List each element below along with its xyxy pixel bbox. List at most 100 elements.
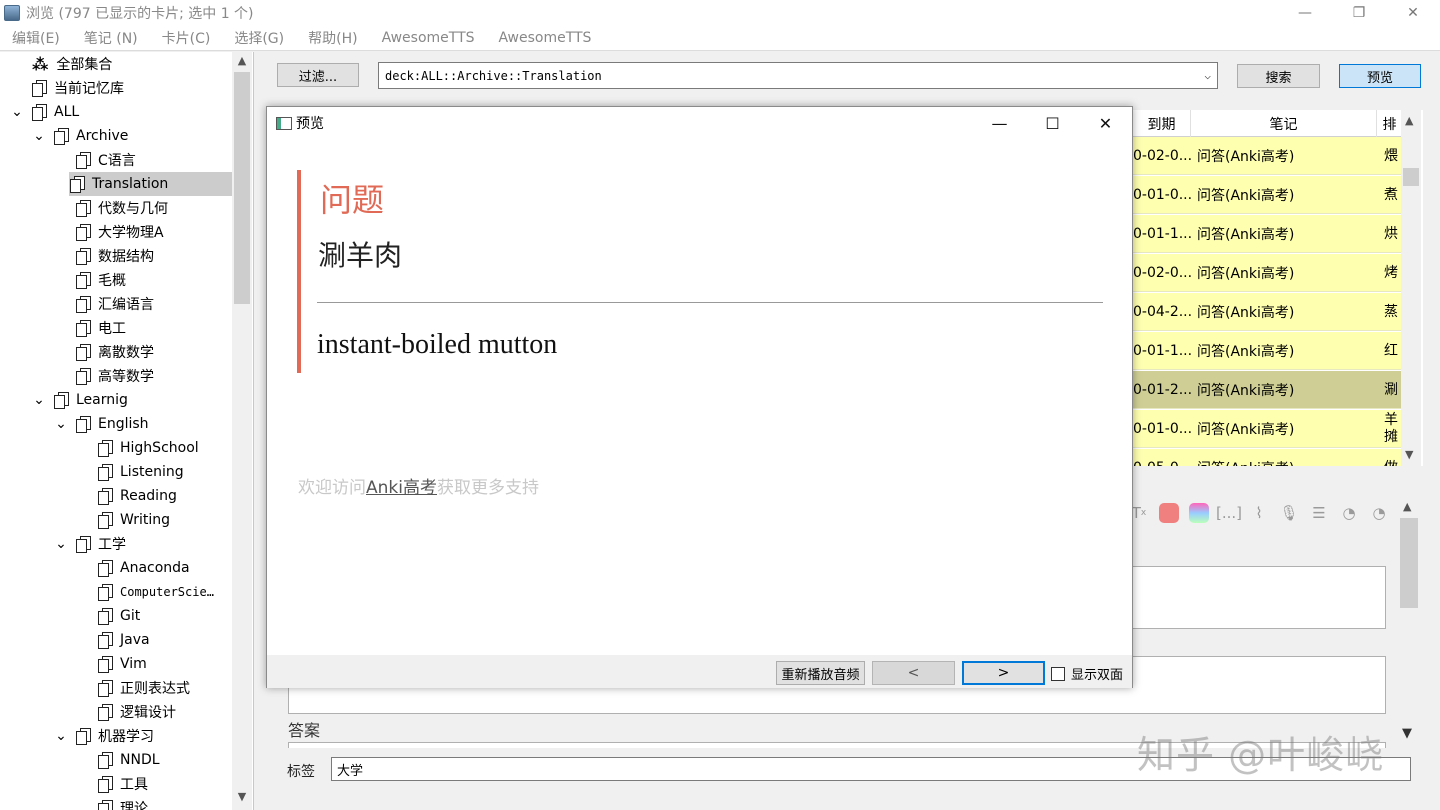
sidebar-item-label: Git	[120, 608, 141, 624]
sidebar-item[interactable]: 理论	[76, 796, 148, 810]
cloze-icon[interactable]: [...]	[1216, 502, 1242, 524]
chevron-down-icon[interactable]: ⌄	[32, 392, 46, 408]
table-row[interactable]: 0-01-0... 问答(Anki高考) 羊 摊	[1133, 410, 1403, 448]
sidebar-item[interactable]: 大学物理A	[54, 220, 164, 244]
column-note[interactable]: 笔记	[1191, 110, 1377, 137]
chevron-down-icon[interactable]: ⌄	[54, 536, 68, 552]
checkbox-icon[interactable]	[1051, 666, 1065, 681]
sidebar-item[interactable]: ⌄ Archive	[32, 124, 128, 148]
preview-button[interactable]: 预览	[1339, 64, 1421, 88]
sidebar-item[interactable]: Writing	[76, 508, 170, 532]
scroll-up-icon[interactable]: ▲	[1403, 500, 1411, 513]
menu-help[interactable]: 帮助(H)	[296, 28, 369, 48]
speaker-icon[interactable]: ◔	[1338, 502, 1360, 524]
attachment-icon[interactable]: ⌇	[1248, 502, 1270, 524]
editor-scrollbar[interactable]: ▲	[1398, 500, 1420, 740]
sidebar-item[interactable]: ⌄ English	[54, 412, 149, 436]
menu-edit[interactable]: 编辑(E)	[0, 28, 72, 48]
microphone-icon[interactable]: 🎙	[1278, 502, 1300, 524]
sidebar-item[interactable]: Git	[76, 604, 140, 628]
scroll-down-icon[interactable]: ▼	[1402, 726, 1412, 741]
question-field[interactable]	[1120, 566, 1386, 629]
chevron-down-icon[interactable]: ⌄	[54, 728, 68, 744]
table-row[interactable]: 0-02-0... 问答(Anki高考) 烤	[1133, 254, 1403, 292]
sidebar-item[interactable]: ⁂ 全部集合	[10, 52, 112, 76]
sidebar-item[interactable]: 数据结构	[54, 244, 154, 268]
sidebar-item[interactable]: HighSchool	[76, 436, 199, 460]
highlight-color-icon[interactable]	[1188, 502, 1210, 524]
search-button[interactable]: 搜索	[1237, 64, 1320, 88]
due-cell: 0-01-0...	[1133, 421, 1191, 437]
table-scroll-thumb[interactable]	[1403, 168, 1419, 186]
sidebar-item[interactable]: ⌄ 工学	[54, 532, 126, 556]
sidebar-item[interactable]: C语言	[54, 148, 136, 172]
sidebar-item[interactable]: NNDL	[76, 748, 160, 772]
sidebar-item[interactable]: 工具	[76, 772, 148, 796]
sidebar-item[interactable]: Listening	[76, 460, 184, 484]
sidebar-item[interactable]: 代数与几何	[54, 196, 168, 220]
scroll-down-icon[interactable]: ▼	[1405, 448, 1413, 461]
menu-awesometts[interactable]: AwesomeTTS	[370, 30, 487, 46]
scroll-up-icon[interactable]: ▲	[232, 54, 252, 72]
replay-audio-button[interactable]: 重新播放音频	[776, 661, 865, 685]
sidebar-item-label: Anaconda	[120, 560, 190, 576]
sidebar-item[interactable]: Translation	[69, 172, 232, 196]
restore-icon[interactable]: ❐	[1332, 0, 1386, 26]
column-due[interactable]: 到期	[1133, 110, 1191, 137]
sidebar-item[interactable]: 汇编语言	[54, 292, 154, 316]
menu-notes[interactable]: 笔记 (N)	[72, 28, 150, 48]
sidebar-item[interactable]: 电工	[54, 316, 126, 340]
menu-awesometts-2[interactable]: AwesomeTTS	[487, 30, 604, 46]
table-row[interactable]: 0-01-2... 问答(Anki高考) 涮	[1133, 371, 1403, 409]
close-icon[interactable]: ✕	[1386, 0, 1440, 26]
anki-gaokao-link[interactable]: Anki高考	[366, 478, 437, 498]
column-sort-field[interactable]: 排	[1377, 110, 1403, 137]
sidebar-item[interactable]: 离散数学	[54, 340, 154, 364]
table-scrollbar[interactable]: ▲ ▼	[1401, 110, 1421, 466]
table-row[interactable]: 0-01-1... 问答(Anki高考) 红	[1133, 332, 1403, 370]
prev-card-button[interactable]: <	[872, 661, 955, 685]
filter-button[interactable]: 过滤...	[277, 63, 359, 87]
sidebar-item[interactable]: Reading	[76, 484, 177, 508]
close-icon[interactable]: ✕	[1079, 107, 1132, 139]
sidebar-item[interactable]: Java	[76, 628, 150, 652]
menu-lines-icon[interactable]: ☰	[1308, 502, 1330, 524]
table-row[interactable]: 0-04-2... 问答(Anki高考) 蒸	[1133, 293, 1403, 331]
sidebar-item[interactable]: ComputerScie…	[76, 580, 214, 604]
chevron-down-icon[interactable]: ⌄	[32, 128, 46, 144]
chevron-down-icon[interactable]: ⌄	[10, 104, 24, 120]
scroll-down-icon[interactable]: ▼	[232, 790, 252, 808]
table-row[interactable]: 0-05-0... 问答(Anki高考) 做	[1133, 449, 1403, 466]
sidebar-item[interactable]: 逻辑设计	[76, 700, 176, 724]
sidebar-item[interactable]: Vim	[76, 652, 147, 676]
sidebar-item[interactable]: 当前记忆库	[10, 76, 124, 100]
sidebar-item[interactable]: ⌄ ALL	[10, 100, 79, 124]
table-row[interactable]: 0-01-0... 问答(Anki高考) 煮	[1133, 176, 1403, 214]
minimize-icon[interactable]: —	[973, 107, 1026, 139]
chevron-down-icon[interactable]: ⌄	[54, 416, 68, 432]
editor-scroll-thumb[interactable]	[1400, 518, 1418, 608]
sidebar-item[interactable]: 高等数学	[54, 364, 154, 388]
scroll-up-icon[interactable]: ▲	[1405, 114, 1413, 127]
deck-icon	[98, 488, 113, 505]
sidebar-scroll-thumb[interactable]	[234, 72, 250, 304]
sidebar-item[interactable]: ⌄ Learnig	[32, 388, 128, 412]
maximize-icon[interactable]: ☐	[1026, 107, 1079, 139]
search-input[interactable]: deck:ALL::Archive::Translation ⌵	[378, 62, 1218, 89]
show-both-sides-checkbox[interactable]: 显示双面	[1051, 664, 1123, 683]
minimize-icon[interactable]: —	[1278, 0, 1332, 26]
sidebar-item[interactable]: ⌄ 机器学习	[54, 724, 154, 748]
speaker-2-icon[interactable]: ◔	[1368, 502, 1390, 524]
menu-cards[interactable]: 卡片(C)	[150, 28, 223, 48]
sidebar-item[interactable]: 正则表达式	[76, 676, 190, 700]
window-controls: — ❐ ✕	[1278, 0, 1440, 26]
next-card-button[interactable]: >	[962, 661, 1045, 685]
sidebar-item[interactable]: 毛概	[54, 268, 126, 292]
menu-select[interactable]: 选择(G)	[222, 28, 296, 48]
table-row[interactable]: 0-01-1... 问答(Anki高考) 烘	[1133, 215, 1403, 253]
sidebar-item[interactable]: Anaconda	[76, 556, 190, 580]
text-color-icon[interactable]	[1158, 502, 1180, 524]
chevron-down-icon[interactable]: ⌵	[1204, 69, 1211, 82]
sidebar-scrollbar[interactable]: ▲ ▼	[232, 52, 252, 810]
table-row[interactable]: 0-02-0... 问答(Anki高考) 煨	[1133, 137, 1403, 175]
